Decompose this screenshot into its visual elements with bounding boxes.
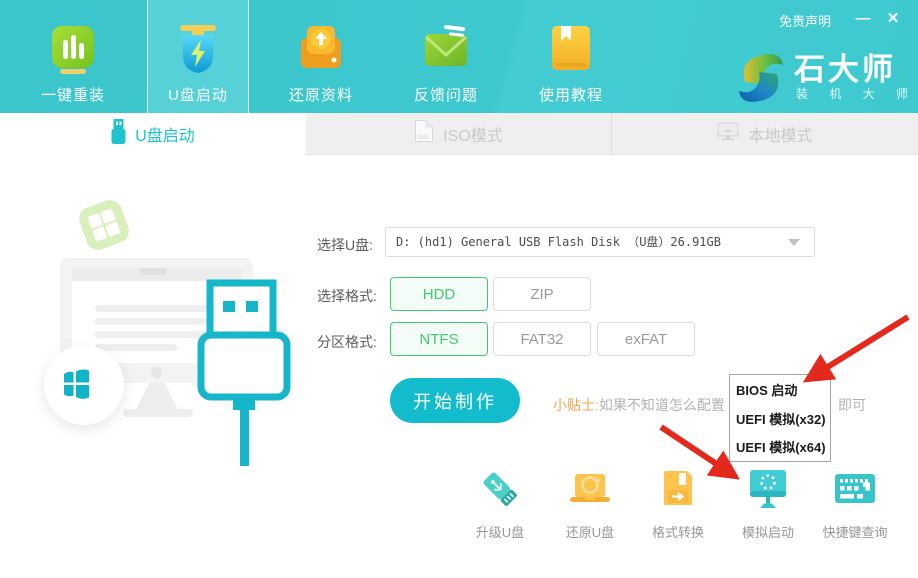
tool-format-convert[interactable]: 格式转换 xyxy=(632,468,724,536)
monitor-stand xyxy=(136,383,178,409)
tab-iso-mode[interactable]: ISO ISO模式 xyxy=(306,113,612,155)
close-button[interactable]: ✕ xyxy=(882,8,904,30)
minimize-button[interactable]: — xyxy=(852,8,874,30)
tab-label: U盘启动 xyxy=(135,122,195,146)
tool-label: 升级U盘 xyxy=(476,522,524,541)
tool-restore-usb[interactable]: 还原U盘 xyxy=(544,468,636,536)
monitor-topbar-tab xyxy=(140,268,166,275)
partition-option-ntfs[interactable]: NTFS xyxy=(390,322,488,356)
tip-text: 小贴士:如果不知道怎么配置 xyxy=(553,395,725,415)
chevron-down-icon xyxy=(788,239,800,246)
monitor-content-line xyxy=(95,318,207,325)
tip-prefix: 小贴士: xyxy=(553,397,599,413)
disclaimer-link[interactable]: 免责声明 xyxy=(779,11,831,30)
format-select-label: 选择格式: xyxy=(317,286,377,306)
iso-file-icon: ISO xyxy=(414,119,434,148)
tool-simulate-boot[interactable]: 模拟启动 xyxy=(722,468,814,536)
windows-chip-icon xyxy=(76,197,132,253)
nav-label: 反馈问题 xyxy=(396,84,496,105)
svg-text:ISO: ISO xyxy=(417,134,428,141)
usb-select-value: D: (hd1) General USB Flash Disk （U盘）26.9… xyxy=(396,228,721,256)
tutorial-icon xyxy=(548,24,594,74)
usb-shield-icon xyxy=(175,24,221,74)
monitor-base xyxy=(123,409,193,417)
partition-select-label: 分区格式: xyxy=(317,332,377,352)
nav-item-one-key-reinstall[interactable]: 一键重装 xyxy=(23,0,123,113)
tool-label: 格式转换 xyxy=(652,522,704,541)
popup-item-uefi-x32[interactable]: UEFI 模拟(x32) xyxy=(730,404,830,433)
nav-item-feedback[interactable]: 反馈问题 xyxy=(396,0,496,113)
start-make-button[interactable]: 开始制作 xyxy=(390,378,520,423)
nav-label: 一键重装 xyxy=(23,84,123,105)
feedback-icon xyxy=(423,24,469,74)
nav-label: 还原资料 xyxy=(271,84,371,105)
monitor-icon xyxy=(717,122,739,146)
format-option-hdd[interactable]: HDD xyxy=(390,277,488,311)
usb-select-dropdown[interactable]: D: (hd1) General USB Flash Disk （U盘）26.9… xyxy=(385,227,815,257)
tab-label: 本地模式 xyxy=(748,122,812,146)
format-option-zip[interactable]: ZIP xyxy=(493,277,591,311)
brand-logo-icon xyxy=(736,50,786,111)
usb-upgrade-icon xyxy=(479,468,521,515)
usb-restore-icon xyxy=(568,468,612,515)
monitor-content-line xyxy=(95,305,207,312)
tip-body: 如果不知道怎么配置 xyxy=(599,397,725,413)
restore-data-icon xyxy=(298,24,344,74)
tool-label: 模拟启动 xyxy=(742,522,794,541)
tab-local-mode[interactable]: 本地模式 xyxy=(612,113,918,155)
nav-item-tutorial[interactable]: 使用教程 xyxy=(521,0,621,113)
tip-suffix: 即可 xyxy=(838,395,866,415)
usb-plug-illustration xyxy=(195,278,295,473)
usb-stick-icon xyxy=(111,119,126,150)
simulate-boot-icon xyxy=(747,468,789,515)
popup-item-uefi-x64[interactable]: UEFI 模拟(x64) xyxy=(730,432,830,461)
brand-title: 石大师 xyxy=(794,44,896,89)
monitor-button-dot xyxy=(151,367,162,378)
brand-subtitle: 装 机 大 师 xyxy=(796,85,917,102)
partition-option-fat32[interactable]: FAT32 xyxy=(493,322,591,356)
nav-label: U盘启动 xyxy=(148,84,248,105)
hotkey-query-icon xyxy=(833,468,877,515)
bar-chart-icon xyxy=(50,24,96,74)
windows-flag-icon xyxy=(63,367,105,403)
app-window: 一键重装 U盘启动 xyxy=(0,0,918,578)
nav-item-usb-boot[interactable]: U盘启动 xyxy=(147,0,249,113)
tool-label: 还原U盘 xyxy=(566,522,614,541)
format-convert-icon xyxy=(660,468,696,515)
windows-logo-badge xyxy=(44,345,124,425)
main-panel: 选择U盘: D: (hd1) General USB Flash Disk （U… xyxy=(0,155,918,578)
usb-select-label: 选择U盘: xyxy=(317,235,373,255)
header: 一键重装 U盘启动 xyxy=(0,0,918,113)
nav-item-restore-data[interactable]: 还原资料 xyxy=(271,0,371,113)
boot-mode-popup: BIOS 启动 UEFI 模拟(x32) UEFI 模拟(x64) xyxy=(729,374,831,462)
tool-hotkey-query[interactable]: 快捷键查询 xyxy=(809,468,901,536)
tab-label: ISO模式 xyxy=(443,122,503,146)
nav-label: 使用教程 xyxy=(521,84,621,105)
tool-label: 快捷键查询 xyxy=(822,522,887,541)
monitor-content-line xyxy=(95,344,177,351)
tab-bar: U盘启动 ISO ISO模式 本地模式 xyxy=(0,113,918,155)
tab-usb-boot[interactable]: U盘启动 xyxy=(0,113,306,155)
partition-option-exfat[interactable]: exFAT xyxy=(597,322,695,356)
monitor-content-line xyxy=(95,331,207,338)
tool-upgrade-usb[interactable]: 升级U盘 xyxy=(454,468,546,536)
popup-item-bios[interactable]: BIOS 启动 xyxy=(730,375,830,404)
